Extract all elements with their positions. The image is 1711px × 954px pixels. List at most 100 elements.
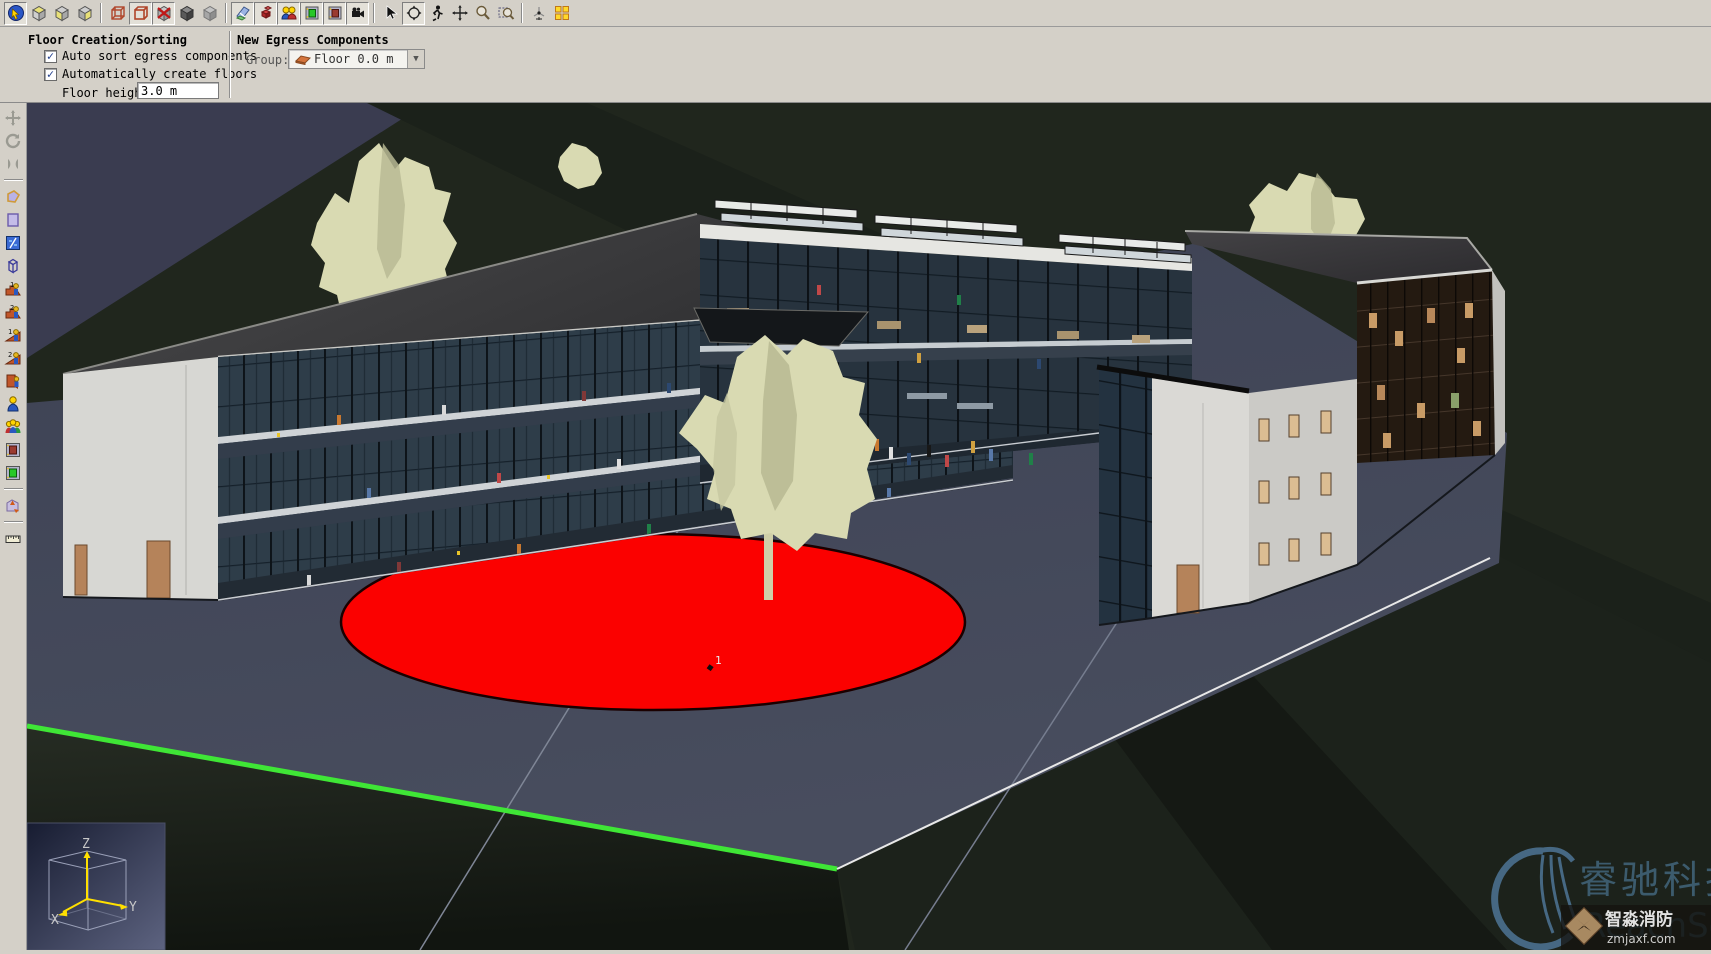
- new-egress-title: New Egress Components: [237, 33, 389, 47]
- stairs-two-point-tool-icon: 2: [4, 303, 22, 321]
- camera-views-icon: [349, 4, 367, 22]
- solid-cube-side-button[interactable]: [73, 2, 96, 25]
- dropdown-arrow-icon[interactable]: ▼: [407, 50, 424, 68]
- svg-text:1: 1: [8, 328, 12, 336]
- walk-view-button[interactable]: [425, 2, 448, 25]
- door-occupant-tool-icon: [4, 372, 22, 390]
- axis-gizmo[interactable]: Z Y X: [27, 823, 165, 950]
- solid-cube-side-icon: [76, 4, 94, 22]
- show-doors-green-button[interactable]: [300, 2, 323, 25]
- select-cursor-icon: [382, 4, 400, 22]
- rotate-tool-button[interactable]: [2, 129, 25, 152]
- auto-create-checkbox[interactable]: ✓: [44, 68, 57, 81]
- toolbar-separator: [373, 3, 375, 23]
- polygon-room-tool-icon: [4, 188, 22, 206]
- dark-cube-button[interactable]: [175, 2, 198, 25]
- occupant-group-tool-button[interactable]: [2, 415, 25, 438]
- edge-divider-tool-button[interactable]: [2, 231, 25, 254]
- prism-tool-button[interactable]: [2, 254, 25, 277]
- pan-view-icon: [451, 4, 469, 22]
- sidebar-separator: [4, 179, 23, 181]
- edge-divider-tool-icon: [4, 234, 22, 252]
- toolbar-separator: [521, 3, 523, 23]
- tower-glass-strip: [1099, 369, 1152, 625]
- tower-wall: [1152, 378, 1249, 618]
- prism-tool-icon: [4, 257, 22, 275]
- badge-url: zmjaxf.com: [1607, 932, 1676, 946]
- gray-cube-button[interactable]: [198, 2, 221, 25]
- grid-snap-button[interactable]: [550, 2, 573, 25]
- ramp-two-point-tool-button[interactable]: 2: [2, 346, 25, 369]
- hide-object-icon: [155, 4, 173, 22]
- toolbar-separator: [225, 3, 227, 23]
- wireframe-cube-icon: [109, 4, 127, 22]
- pan-view-button[interactable]: [448, 2, 471, 25]
- tool-sidebar: 1 2 1 2: [0, 103, 27, 950]
- gray-cube-icon: [201, 4, 219, 22]
- solid-cube-front-button[interactable]: [50, 2, 73, 25]
- axis-x-label: X: [51, 913, 59, 928]
- watermark-company-cn: 睿驰科技: [1579, 858, 1711, 902]
- show-glass-button[interactable]: [231, 2, 254, 25]
- solid-cube-top-button[interactable]: [27, 2, 50, 25]
- view-select-button[interactable]: [4, 2, 27, 25]
- occupant-tool-button[interactable]: [2, 392, 25, 415]
- end-wall-door: [147, 541, 170, 598]
- auto-sort-checkbox-row: ✓ Auto sort egress components: [44, 49, 257, 63]
- group-dropdown[interactable]: Floor 0.0 m ▼: [288, 49, 425, 69]
- exit-door-tool-button[interactable]: [2, 438, 25, 461]
- options-panel-bar: Floor Creation/Sorting ✓ Auto sort egres…: [0, 27, 1711, 103]
- measure-tool-button[interactable]: [2, 527, 25, 550]
- show-doors-green-icon: [303, 4, 321, 22]
- polygon-room-tool-button[interactable]: [2, 185, 25, 208]
- floor-creation-title: Floor Creation/Sorting: [28, 33, 187, 47]
- measure-tool-icon: [4, 530, 22, 548]
- orbit-view-button[interactable]: [402, 2, 425, 25]
- view-select-icon: [7, 4, 25, 22]
- stairs-tool-button[interactable]: 1: [2, 277, 25, 300]
- building-corner-tower: [1097, 367, 1249, 625]
- auto-create-label: Automatically create floors: [62, 67, 257, 81]
- interior-door-tool-button[interactable]: [2, 461, 25, 484]
- stairs-two-point-tool-button[interactable]: 2: [2, 300, 25, 323]
- show-glass-icon: [234, 4, 252, 22]
- sidebar-separator: [4, 521, 23, 523]
- auto-sort-label: Auto sort egress components: [62, 49, 257, 63]
- ramp-tool-icon: 1: [4, 326, 22, 344]
- camera-views-button[interactable]: [346, 2, 369, 25]
- svg-text:1: 1: [10, 281, 14, 289]
- hide-object-button[interactable]: [152, 2, 175, 25]
- ramp-tool-button[interactable]: 1: [2, 323, 25, 346]
- viewport-3d[interactable]: 1: [27, 103, 1711, 950]
- door-occupant-tool-button[interactable]: [2, 369, 25, 392]
- ramp-two-point-tool-icon: 2: [4, 349, 22, 367]
- show-doors-red-button[interactable]: [323, 2, 346, 25]
- tower-door: [1177, 565, 1199, 613]
- zoom-region-button[interactable]: [494, 2, 517, 25]
- solid-cube-top-icon: [30, 4, 48, 22]
- zoom-button[interactable]: [471, 2, 494, 25]
- wireframe-hidden-button[interactable]: [129, 2, 152, 25]
- axis-gizmo-box: [27, 823, 165, 950]
- snap-point-button[interactable]: [527, 2, 550, 25]
- show-occupants-button[interactable]: [277, 2, 300, 25]
- select-cursor-button[interactable]: [379, 2, 402, 25]
- auto-create-checkbox-row: ✓ Automatically create floors: [44, 67, 257, 81]
- stairs-tool-icon: 1: [4, 280, 22, 298]
- walk-view-icon: [428, 4, 446, 22]
- auto-sort-checkbox[interactable]: ✓: [44, 50, 57, 63]
- sidebar-separator: [4, 488, 23, 490]
- rectangle-room-tool-button[interactable]: [2, 208, 25, 231]
- grid-snap-icon: [553, 4, 571, 22]
- wireframe-cube-button[interactable]: [106, 2, 129, 25]
- solid-cube-front-icon: [53, 4, 71, 22]
- zoom-icon: [474, 4, 492, 22]
- refuge-area-tool-button[interactable]: [2, 494, 25, 517]
- toolbar-separator: [100, 3, 102, 23]
- move-tool-button[interactable]: [2, 106, 25, 129]
- orbit-object-tool-button[interactable]: [2, 152, 25, 175]
- scene-canvas[interactable]: 1: [27, 103, 1711, 950]
- occupant-tool-icon: [4, 395, 22, 413]
- floor-height-input[interactable]: [137, 82, 219, 99]
- show-furniture-button[interactable]: [254, 2, 277, 25]
